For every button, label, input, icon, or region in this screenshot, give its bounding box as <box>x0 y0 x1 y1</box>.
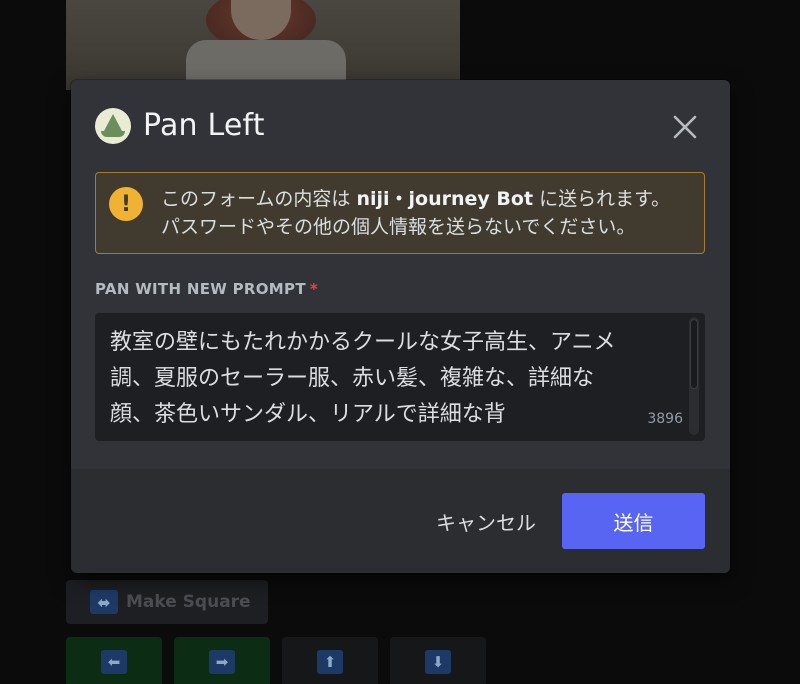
cancel-button[interactable]: キャンセル <box>421 493 551 549</box>
make-square-button: ⬌ Make Square <box>66 580 268 624</box>
pan-up-button: ⬆ <box>282 637 378 684</box>
submit-button[interactable]: 送信 <box>562 493 705 549</box>
arrow-up-icon: ⬆ <box>317 650 343 674</box>
modal-title: Pan Left <box>143 108 265 143</box>
bot-avatar-icon <box>95 108 131 144</box>
required-mark: * <box>309 280 319 298</box>
privacy-warning: ! このフォームの内容は niji・journey Bot に送られます。 パス… <box>95 172 705 254</box>
pan-left-modal: Pan Left ! このフォームの内容は niji・journey Bot に… <box>71 80 730 573</box>
pan-right-button: ➡ <box>174 637 270 684</box>
prompt-field-label: PAN WITH NEW PROMPT * <box>95 280 319 298</box>
exclamation-icon: ! <box>109 187 143 221</box>
close-icon[interactable] <box>670 112 700 142</box>
textarea-scrollbar[interactable] <box>689 317 699 435</box>
modal-header: Pan Left <box>71 80 730 172</box>
arrow-right-icon: ➡ <box>209 650 235 674</box>
pan-down-button: ⬇ <box>390 637 486 684</box>
bot-name: niji・journey Bot <box>356 188 534 210</box>
modal-footer: キャンセル 送信 <box>71 469 730 573</box>
left-right-arrow-icon: ⬌ <box>90 590 118 614</box>
generated-image <box>66 0 460 90</box>
arrow-left-icon: ⬅ <box>101 650 127 674</box>
arrow-down-icon: ⬇ <box>425 650 451 674</box>
character-count: 3896 <box>647 411 683 427</box>
scrollbar-thumb[interactable] <box>690 319 698 389</box>
prompt-textarea[interactable]: 教室の壁にもたれかかるクールな女子高生、アニメ調、夏服のセーラー服、赤い髪、複雑… <box>95 313 705 441</box>
pan-left-button: ⬅ <box>66 637 162 684</box>
make-square-label: Make Square <box>126 592 251 612</box>
warning-text: このフォームの内容は niji・journey Bot に送られます。 パスワー… <box>161 188 671 238</box>
prompt-text[interactable]: 教室の壁にもたれかかるクールな女子高生、アニメ調、夏服のセーラー服、赤い髪、複雑… <box>110 325 620 433</box>
